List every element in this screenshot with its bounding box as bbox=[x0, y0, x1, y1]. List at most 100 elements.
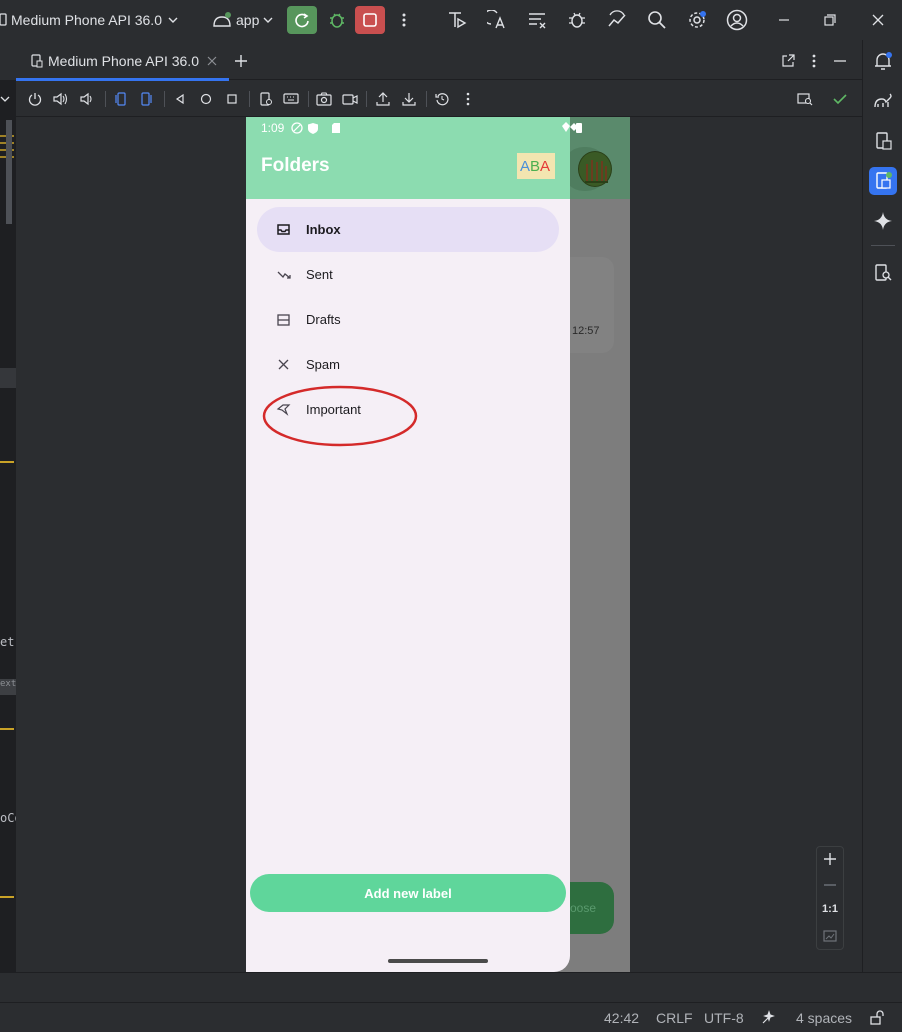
device-manager-icon[interactable] bbox=[872, 130, 894, 152]
drawer-title: Folders bbox=[261, 155, 330, 176]
compose-label: oose bbox=[570, 901, 597, 915]
running-devices-icon[interactable] bbox=[869, 167, 897, 195]
add-tab-icon[interactable] bbox=[232, 52, 250, 70]
nav-item-inbox[interactable]: Inbox bbox=[257, 207, 559, 252]
change-marker bbox=[0, 896, 14, 898]
indent-setting[interactable]: 4 spaces bbox=[796, 1010, 852, 1026]
change-marker bbox=[0, 461, 14, 463]
toolbar-divider bbox=[308, 91, 309, 107]
overview-icon[interactable] bbox=[224, 91, 240, 107]
zoom-in-icon[interactable] bbox=[821, 849, 839, 869]
toolbar-divider bbox=[249, 91, 250, 107]
more-vertical-icon[interactable] bbox=[460, 91, 476, 107]
status-icons-right bbox=[570, 117, 630, 139]
minimize-icon[interactable] bbox=[774, 10, 794, 30]
rotate-left-icon[interactable] bbox=[112, 91, 128, 107]
volume-up-icon[interactable] bbox=[53, 91, 69, 107]
add-new-label-button[interactable]: Add new label bbox=[250, 874, 566, 912]
svg-text:A: A bbox=[540, 158, 550, 175]
device-settings-icon[interactable] bbox=[258, 91, 274, 107]
more-vertical-icon[interactable] bbox=[396, 10, 412, 30]
restore-icon[interactable] bbox=[820, 10, 840, 30]
device-selector[interactable]: Medium Phone API 36.0 bbox=[11, 12, 162, 28]
checkmark-icon[interactable] bbox=[832, 91, 848, 107]
zoom-controls: 1:1 bbox=[816, 846, 844, 950]
download-icon[interactable] bbox=[401, 91, 417, 107]
change-marker bbox=[0, 728, 14, 730]
line-ending[interactable]: CRLF bbox=[656, 1010, 693, 1026]
ai-assistant-icon[interactable] bbox=[759, 1009, 777, 1027]
gradle-icon[interactable] bbox=[872, 90, 894, 112]
settings-gear-icon[interactable] bbox=[686, 9, 708, 31]
zoom-out-icon[interactable] bbox=[821, 875, 839, 895]
debug-icon[interactable] bbox=[325, 8, 349, 32]
avatar bbox=[578, 151, 612, 187]
stop-button[interactable] bbox=[355, 6, 385, 34]
device-tab[interactable]: Medium Phone API 36.0 bbox=[16, 42, 229, 81]
upload-icon[interactable] bbox=[375, 91, 391, 107]
app-logo: ABA bbox=[517, 153, 555, 179]
chevron-down-icon[interactable] bbox=[0, 94, 10, 108]
unlock-icon[interactable] bbox=[868, 1009, 886, 1027]
nav-item-drafts[interactable]: Drafts bbox=[257, 297, 559, 342]
zoom-actual-size-button[interactable]: 1:1 bbox=[817, 903, 843, 915]
profiler-icon[interactable] bbox=[446, 9, 468, 31]
nav-label-inbox: Inbox bbox=[306, 222, 341, 237]
back-icon[interactable] bbox=[172, 91, 188, 107]
fit-screen-icon[interactable] bbox=[821, 927, 839, 945]
drawer-header: 1:09 Folders ABA bbox=[246, 117, 570, 199]
device-icon bbox=[0, 12, 8, 28]
hide-panel-icon[interactable] bbox=[831, 52, 849, 70]
wifi-icon bbox=[562, 121, 570, 135]
nav-item-spam[interactable]: Spam bbox=[257, 342, 559, 387]
account-icon[interactable] bbox=[725, 8, 749, 32]
toolbar-divider bbox=[105, 91, 106, 107]
nav-label-drafts: Drafts bbox=[306, 312, 341, 327]
notifications-bell-icon[interactable] bbox=[872, 50, 894, 72]
logcat-icon[interactable] bbox=[526, 9, 548, 31]
nav-label-spam: Spam bbox=[306, 357, 340, 372]
chevron-down-icon[interactable] bbox=[262, 12, 274, 28]
gemini-sparkle-icon[interactable] bbox=[872, 210, 894, 232]
keyboard-icon[interactable] bbox=[283, 91, 299, 107]
annotation-ellipse bbox=[262, 385, 418, 447]
home-icon[interactable] bbox=[198, 91, 214, 107]
open-external-icon[interactable] bbox=[779, 52, 797, 70]
more-vertical-icon[interactable] bbox=[806, 52, 822, 70]
nav-label-sent: Sent bbox=[306, 267, 333, 282]
svg-text:A: A bbox=[520, 158, 530, 175]
chevron-down-icon[interactable] bbox=[167, 12, 179, 28]
search-icon[interactable] bbox=[646, 9, 668, 31]
file-encoding[interactable]: UTF-8 bbox=[704, 1010, 744, 1026]
translate-icon[interactable] bbox=[486, 9, 508, 31]
cursor-position[interactable]: 42:42 bbox=[604, 1010, 639, 1026]
device-icon bbox=[30, 54, 44, 68]
volume-down-icon[interactable] bbox=[79, 91, 95, 107]
close-window-icon[interactable] bbox=[868, 10, 888, 30]
layout-inspector-icon[interactable] bbox=[872, 262, 894, 284]
layout-inspector-icon[interactable] bbox=[797, 91, 813, 107]
gesture-home-bar[interactable] bbox=[388, 959, 488, 963]
toolbar-divider bbox=[164, 91, 165, 107]
nav-item-sent[interactable]: Sent bbox=[257, 252, 559, 297]
code-fragment: oCo bbox=[0, 811, 16, 825]
close-tab-icon[interactable] bbox=[206, 55, 218, 67]
highlight-line bbox=[0, 368, 16, 388]
power-icon[interactable] bbox=[27, 91, 43, 107]
rotate-right-icon[interactable] bbox=[139, 91, 155, 107]
svg-text:B: B bbox=[530, 158, 540, 175]
bug-report-icon[interactable] bbox=[566, 9, 588, 31]
app-quality-icon[interactable] bbox=[606, 9, 628, 31]
screenshot-camera-icon[interactable] bbox=[316, 91, 332, 107]
navigation-drawer: 1:09 Folders ABA Inbox Sent Drafts Spam … bbox=[246, 117, 570, 972]
android-app-icon bbox=[211, 10, 233, 30]
phone-screen[interactable]: 12:57 oose 1:09 Folders ABA Inbox Sent D… bbox=[246, 117, 630, 972]
code-fragment: et bbox=[0, 635, 15, 649]
screen-record-icon[interactable] bbox=[342, 91, 358, 107]
rerun-button[interactable] bbox=[287, 6, 317, 34]
toolbar-divider bbox=[426, 91, 427, 107]
editor-gutter: et ext: oCo bbox=[0, 80, 16, 972]
run-config-selector[interactable]: app bbox=[236, 12, 259, 28]
scrollbar-thumb[interactable] bbox=[6, 120, 12, 224]
snapshot-history-icon[interactable] bbox=[434, 91, 450, 107]
